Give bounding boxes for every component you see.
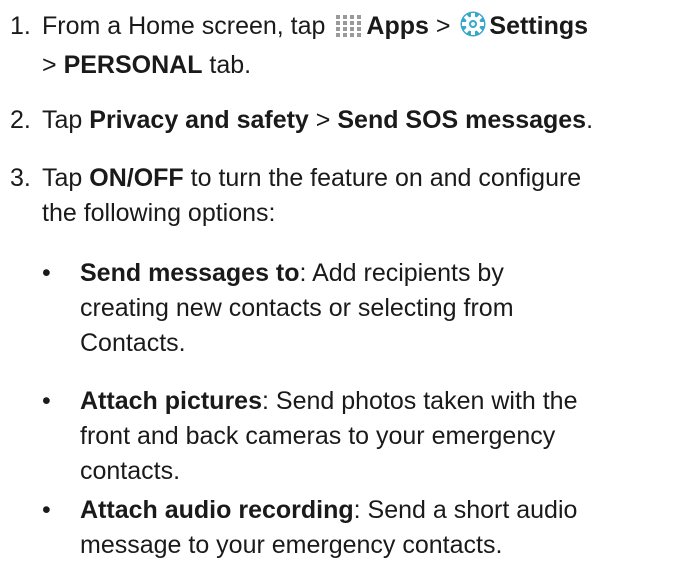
privacy-label: Privacy and safety bbox=[89, 106, 309, 134]
apps-label: Apps bbox=[366, 12, 429, 40]
settings-label: Settings bbox=[489, 12, 589, 40]
step-3-text: Tap ON/OFF to turn the feature on and co… bbox=[42, 164, 582, 192]
settings-gear-icon bbox=[459, 10, 487, 48]
option-send-messages-to: • Send messages to: Add recipients by cr… bbox=[42, 256, 677, 361]
bullet: • bbox=[42, 496, 51, 524]
instructions-page: 1. From a Home screen, tap Apps > Settin… bbox=[0, 0, 683, 569]
step-1: 1. From a Home screen, tap Apps > Settin… bbox=[10, 9, 675, 83]
step-number: 1. bbox=[10, 12, 31, 40]
personal-tab-label: PERSONAL bbox=[63, 51, 203, 79]
option-title: Attach audio recording bbox=[80, 496, 354, 524]
step-1-text: From a Home screen, tap Apps > Settings bbox=[42, 11, 589, 40]
step-2-text: Tap Privacy and safety > Send SOS messag… bbox=[42, 106, 594, 134]
option-attach-audio-recording: • Attach audio recording: Send a short a… bbox=[42, 493, 677, 563]
sos-label: Send SOS messages bbox=[337, 106, 587, 134]
option-title: Attach pictures bbox=[80, 387, 262, 415]
bullet: • bbox=[42, 259, 51, 287]
step-number: 3. bbox=[10, 164, 31, 192]
option-attach-pictures: • Attach pictures: Send photos taken wit… bbox=[42, 384, 677, 489]
apps-grid-icon bbox=[334, 13, 364, 48]
step-number: 2. bbox=[10, 106, 31, 134]
step-3: 3. Tap ON/OFF to turn the feature on and … bbox=[10, 161, 675, 231]
step-2: 2. Tap Privacy and safety > Send SOS mess… bbox=[10, 103, 675, 138]
onoff-label: ON/OFF bbox=[89, 164, 184, 192]
option-title: Send messages to bbox=[80, 259, 300, 287]
bullet: • bbox=[42, 387, 51, 415]
